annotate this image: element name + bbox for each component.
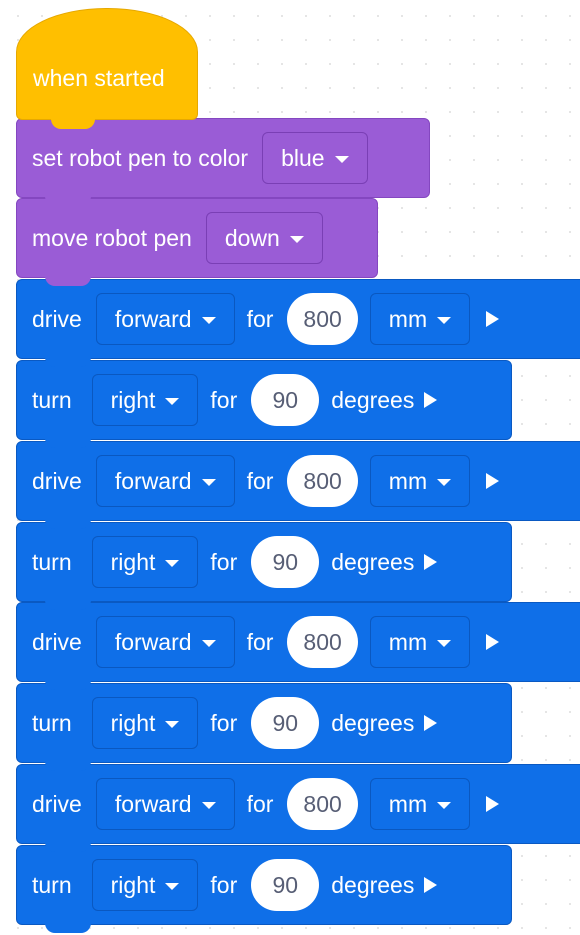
drive-block[interactable]: drive forward for 800 mm (16, 441, 580, 529)
turn-label: turn (32, 709, 72, 736)
angle-input[interactable]: 90 (251, 374, 320, 426)
turn-label: turn (32, 386, 72, 413)
turn-direction-value: right (110, 871, 156, 898)
angle-unit-label: degrees (331, 709, 415, 736)
pen-color-value: blue (281, 144, 325, 171)
drive-direction-dropdown[interactable]: forward (95, 293, 235, 345)
distance-unit-value: mm (388, 790, 428, 817)
turn-block[interactable]: turn right for 90 degrees (16, 845, 512, 933)
move-pen-block[interactable]: move robot pen down (16, 198, 378, 286)
angle-input[interactable]: 90 (251, 697, 320, 749)
for-label: for (210, 548, 238, 575)
for-label: for (210, 871, 238, 898)
play-triangle-icon[interactable] (486, 796, 500, 812)
caret-down-icon (437, 316, 452, 324)
pen-position-dropdown[interactable]: down (205, 212, 323, 264)
angle-input[interactable]: 90 (251, 859, 320, 911)
play-triangle-icon[interactable] (486, 311, 500, 327)
distance-unit-value: mm (388, 305, 428, 332)
angle-unit-label: degrees (331, 871, 415, 898)
distance-unit-dropdown[interactable]: mm (369, 616, 471, 668)
distance-input[interactable]: 800 (287, 778, 358, 830)
set-pen-color-label: set robot pen to color (32, 144, 249, 171)
turn-block[interactable]: turn right for 90 degrees (16, 683, 512, 771)
turn-label: turn (32, 548, 72, 575)
distance-input[interactable]: 800 (287, 455, 358, 507)
drive-label: drive (32, 790, 82, 817)
when-started-label: when started (33, 64, 165, 91)
caret-down-icon (334, 155, 349, 163)
turn-direction-value: right (110, 709, 156, 736)
play-triangle-icon[interactable] (424, 877, 438, 893)
caret-down-icon (289, 235, 304, 243)
angle-input[interactable]: 90 (251, 536, 320, 588)
distance-unit-dropdown[interactable]: mm (369, 293, 471, 345)
turn-direction-dropdown[interactable]: right (91, 697, 199, 749)
for-label: for (246, 305, 274, 332)
drive-block[interactable]: drive forward for 800 mm (16, 764, 580, 852)
caret-down-icon (201, 801, 216, 809)
caret-down-icon (201, 316, 216, 324)
for-label: for (246, 790, 274, 817)
angle-unit-label: degrees (331, 548, 415, 575)
caret-down-icon (437, 801, 452, 809)
for-label: for (246, 628, 274, 655)
caret-down-icon (437, 639, 452, 647)
distance-unit-value: mm (388, 628, 428, 655)
caret-down-icon (437, 478, 452, 486)
caret-down-icon (201, 478, 216, 486)
play-triangle-icon[interactable] (424, 715, 438, 731)
caret-down-icon (165, 397, 180, 405)
distance-unit-value: mm (388, 467, 428, 494)
pen-color-dropdown[interactable]: blue (262, 132, 368, 184)
drive-direction-dropdown[interactable]: forward (95, 455, 235, 507)
caret-down-icon (201, 639, 216, 647)
distance-input[interactable]: 800 (287, 616, 358, 668)
move-pen-label: move robot pen (32, 224, 192, 251)
drive-direction-dropdown[interactable]: forward (95, 778, 235, 830)
turn-direction-dropdown[interactable]: right (91, 536, 199, 588)
distance-input[interactable]: 800 (287, 293, 358, 345)
when-started-block[interactable]: when started (16, 8, 198, 129)
pen-position-value: down (224, 224, 280, 251)
drive-label: drive (32, 305, 82, 332)
caret-down-icon (165, 559, 180, 567)
drive-direction-value: forward (114, 790, 192, 817)
play-triangle-icon[interactable] (486, 473, 500, 489)
turn-direction-value: right (110, 548, 156, 575)
caret-down-icon (165, 882, 180, 890)
for-label: for (210, 709, 238, 736)
drive-label: drive (32, 467, 82, 494)
for-label: for (210, 386, 238, 413)
turn-direction-dropdown[interactable]: right (91, 859, 199, 911)
for-label: for (246, 467, 274, 494)
turn-direction-dropdown[interactable]: right (91, 374, 199, 426)
turn-block[interactable]: turn right for 90 degrees (16, 360, 512, 448)
turn-label: turn (32, 871, 72, 898)
turn-block[interactable]: turn right for 90 degrees (16, 522, 512, 610)
drive-direction-dropdown[interactable]: forward (95, 616, 235, 668)
code-workspace[interactable]: when started set robot pen to color blue… (0, 0, 580, 935)
drive-block[interactable]: drive forward for 800 mm (16, 279, 580, 367)
play-triangle-icon[interactable] (424, 554, 438, 570)
turn-direction-value: right (110, 386, 156, 413)
distance-unit-dropdown[interactable]: mm (369, 778, 471, 830)
drive-direction-value: forward (114, 628, 192, 655)
play-triangle-icon[interactable] (486, 634, 500, 650)
drive-block[interactable]: drive forward for 800 mm (16, 602, 580, 690)
distance-unit-dropdown[interactable]: mm (369, 455, 471, 507)
play-triangle-icon[interactable] (424, 392, 438, 408)
caret-down-icon (165, 720, 180, 728)
angle-unit-label: degrees (331, 386, 415, 413)
drive-label: drive (32, 628, 82, 655)
drive-direction-value: forward (114, 305, 192, 332)
set-pen-color-block[interactable]: set robot pen to color blue (16, 118, 430, 206)
drive-direction-value: forward (114, 467, 192, 494)
